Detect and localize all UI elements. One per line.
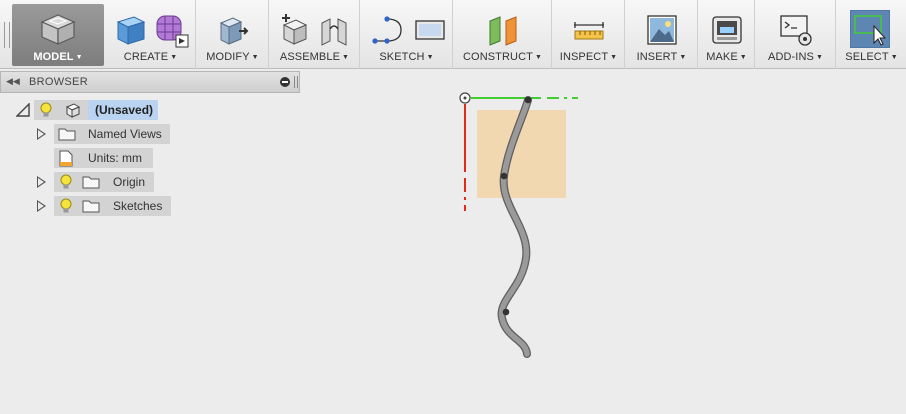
folder-icon [58,128,76,141]
expand-named-views-icon[interactable] [37,128,46,140]
create-menu-label: CREATE ▼ [123,51,178,63]
lightbulb-icon[interactable] [59,198,73,214]
lightbulb-icon[interactable] [59,174,73,190]
sketch-arc-icon [372,16,402,44]
workspace-model-label: MODEL ▼ [33,51,83,63]
units-label: Units: mm [88,151,142,165]
modify-menu[interactable]: MODIFY ▼ [197,0,269,69]
3d-print-icon [712,16,742,44]
offset-plane-icon [489,16,517,46]
browser-panel-header: ◀◀ BROWSER [0,71,300,93]
new-component-icon [282,14,308,45]
toolbar: MODEL ▼ CREATE ▼ MODIFY ▼ ASSEMBLE ▼ SKE… [0,0,906,69]
press-pull-icon [219,17,249,45]
select-cursor-icon [850,10,890,48]
select-menu[interactable]: SELECT ▼ [837,0,906,69]
origin-point-center [463,96,467,100]
sketches-label: Sketches [113,199,163,213]
modify-menu-label: MODIFY ▼ [206,51,259,63]
panel-resize-handle[interactable] [294,76,298,88]
form-mesh-icon [156,15,189,48]
toolbar-grip-handle[interactable] [4,22,10,48]
insert-menu-label: INSERT ▼ [636,51,687,63]
expand-origin-icon[interactable] [37,176,46,188]
inspect-menu[interactable]: INSPECT ▼ [553,0,625,69]
root-component-label: (Unsaved) [95,103,154,117]
insert-image-icon [647,15,677,45]
assemble-menu[interactable]: ASSEMBLE ▼ [270,0,360,69]
lightbulb-icon[interactable] [39,102,53,118]
minimize-panel-icon[interactable] [280,77,290,87]
expand-sketches-icon[interactable] [37,200,46,212]
box-icon [116,16,146,45]
wire-vertex[interactable] [500,172,508,180]
model-cube-icon [40,14,76,45]
origin-label: Origin [113,175,146,189]
addins-menu[interactable]: ADD-INS ▼ [756,0,836,69]
browser-item-root[interactable]: (Unsaved) [0,100,300,120]
make-menu[interactable]: MAKE ▼ [699,0,755,69]
scripts-addins-icon [780,15,812,46]
select-menu-label: SELECT ▼ [845,51,898,63]
folder-icon [82,200,100,213]
collapse-panel-icon[interactable]: ◀◀ [6,76,20,87]
browser-title: BROWSER [29,76,88,88]
assemble-menu-label: ASSEMBLE ▼ [279,51,350,63]
sketch-menu[interactable]: SKETCH ▼ [361,0,453,69]
browser-item-named-views[interactable]: Named Views [0,124,300,144]
addins-menu-label: ADD-INS ▼ [768,51,823,63]
component-icon [65,103,81,118]
make-menu-label: MAKE ▼ [706,51,747,63]
construct-menu-label: CONSTRUCT ▼ [463,51,542,63]
collapse-tree-icon[interactable] [16,103,30,117]
construct-menu[interactable]: CONSTRUCT ▼ [454,0,552,69]
browser-item-origin[interactable]: Origin [0,172,300,192]
document-icon [59,150,73,167]
workspace-model-button[interactable]: MODEL ▼ [12,4,104,66]
inspect-menu-label: INSPECT ▼ [559,51,618,63]
browser-item-sketches[interactable]: Sketches [0,196,300,216]
joint-icon [321,18,347,46]
create-menu[interactable]: CREATE ▼ [106,0,196,69]
sketch-menu-label: SKETCH ▼ [379,51,434,63]
stop-sketch-icon [415,20,445,40]
folder-icon [82,176,100,189]
wire-vertex[interactable] [502,308,510,316]
measure-icon [574,22,604,40]
wire-vertex[interactable] [524,96,532,104]
insert-menu[interactable]: INSERT ▼ [626,0,698,69]
named-views-label: Named Views [88,127,162,141]
browser-item-units[interactable]: Units: mm [0,148,300,168]
